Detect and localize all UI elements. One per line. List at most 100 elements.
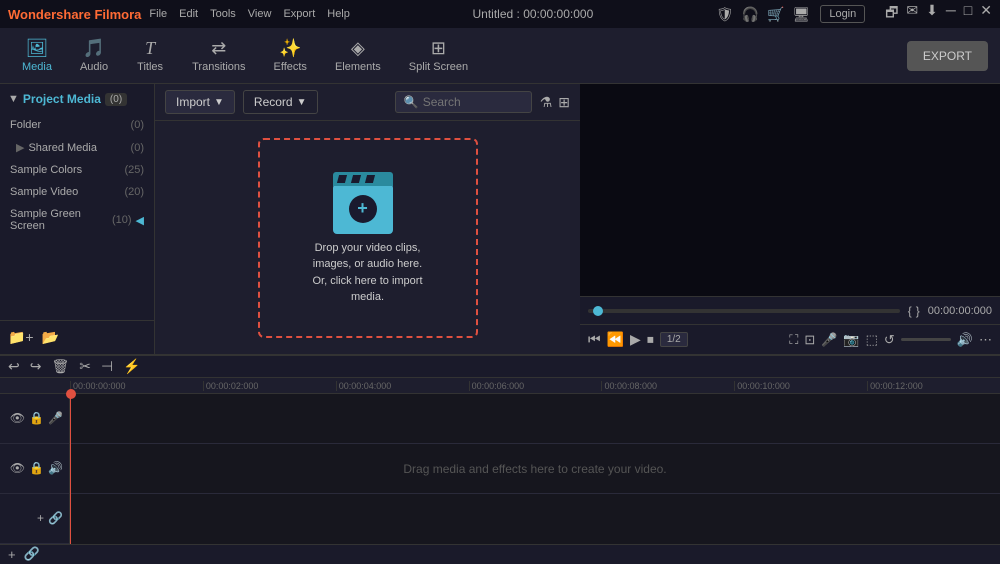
volume-slider[interactable] bbox=[901, 338, 951, 341]
undo-icon[interactable]: ↩ bbox=[8, 358, 20, 375]
skip-back-button[interactable]: ⏮ bbox=[588, 331, 601, 348]
track-eye-icon[interactable]: 👁 bbox=[10, 411, 25, 425]
filter-icon[interactable]: ⚗ bbox=[540, 94, 553, 111]
mail-icon[interactable]: ✉ bbox=[906, 2, 918, 26]
menu-file[interactable]: File bbox=[149, 8, 167, 20]
timeline-link-icon[interactable]: 🔗 bbox=[24, 546, 40, 562]
menu-help[interactable]: Help bbox=[327, 8, 350, 20]
grid-icon[interactable]: ⊞ bbox=[558, 94, 570, 111]
search-input[interactable] bbox=[423, 95, 523, 109]
track2-audio-icon[interactable]: 🔊 bbox=[48, 461, 63, 475]
mic-icon[interactable]: 🎤 bbox=[821, 332, 837, 348]
add-track-icon[interactable]: + bbox=[37, 511, 44, 525]
tool-titles[interactable]: T Titles bbox=[126, 34, 174, 77]
pip-icon[interactable]: ⬚ bbox=[866, 332, 878, 348]
split-icon[interactable]: ⊣ bbox=[101, 358, 113, 375]
monitor-icon[interactable]: 🖥 bbox=[793, 6, 811, 23]
loop-icon[interactable]: ↺ bbox=[884, 332, 895, 348]
speed-icon[interactable]: ⚡ bbox=[123, 358, 140, 375]
menu-edit[interactable]: Edit bbox=[179, 8, 198, 20]
panel-item-folder-label: Folder bbox=[10, 119, 41, 131]
ruler-mark-0: 00:00:00:000 bbox=[70, 381, 203, 391]
menu-tools[interactable]: Tools bbox=[210, 8, 236, 20]
restore-icon[interactable]: 🗗 bbox=[885, 2, 898, 26]
drop-zone[interactable]: + Drop your video clips, images, or audi… bbox=[155, 121, 580, 354]
snapshot-icon[interactable]: 📷 bbox=[843, 332, 859, 348]
ruler-mark-2: 00:00:04:000 bbox=[336, 381, 469, 391]
redo-icon[interactable]: ↪ bbox=[30, 358, 42, 375]
playback-ratio[interactable]: 1/2 bbox=[660, 332, 688, 347]
ruler-mark-6: 00:00:12:000 bbox=[867, 381, 1000, 391]
panel-item-sample-green-screen-count: (10) bbox=[112, 214, 132, 226]
tool-split-screen-label: Split Screen bbox=[409, 61, 468, 73]
left-panel: ▼ Project Media (0) Folder (0) ▶ Shared … bbox=[0, 84, 155, 354]
track2-lock-icon[interactable]: 🔒 bbox=[29, 461, 44, 475]
effects-icon: ✨ bbox=[279, 38, 301, 59]
preview-scrubber[interactable] bbox=[588, 309, 900, 313]
more-icon[interactable]: ⋯ bbox=[979, 332, 992, 348]
delete-icon[interactable]: 🗑 bbox=[51, 358, 69, 375]
volume-icon[interactable]: 🔊 bbox=[957, 332, 973, 348]
maximize-button[interactable]: □ bbox=[964, 2, 972, 26]
track-label-2: 👁 🔒 🔊 bbox=[0, 444, 69, 494]
ruler-marks: 00:00:00:000 00:00:02:000 00:00:04:000 0… bbox=[70, 381, 1000, 391]
record-label: Record bbox=[254, 95, 293, 109]
title-bar-right: 🛡 🎧 🛒 🖥 Login 🗗 ✉ ⬇ ─ □ ✕ bbox=[716, 2, 992, 26]
timeline-add-icon[interactable]: + bbox=[8, 547, 16, 562]
track2-eye-icon[interactable]: 👁 bbox=[10, 461, 25, 475]
media-toolbar: Import ▼ Record ▼ 🔍 ⚗ ⊞ bbox=[155, 84, 580, 121]
title-bar-left: Wondershare Filmora File Edit Tools View… bbox=[8, 7, 350, 22]
tool-effects-label: Effects bbox=[274, 61, 307, 73]
panel-item-shared-media[interactable]: ▶ Shared Media (0) bbox=[0, 136, 154, 159]
timeline-toolbar: ↩ ↪ 🗑 ✂ ⊣ ⚡ bbox=[0, 356, 1000, 378]
tool-media[interactable]: 🖼 Media bbox=[12, 34, 62, 77]
tool-split-screen[interactable]: ⊞ Split Screen bbox=[399, 34, 478, 77]
track-content: Drag media and effects here to create yo… bbox=[70, 394, 1000, 544]
panel-item-sample-colors[interactable]: Sample Colors (25) bbox=[0, 159, 154, 181]
minimize-button[interactable]: ─ bbox=[946, 2, 956, 26]
drop-zone-inner[interactable]: + Drop your video clips, images, or audi… bbox=[258, 138, 478, 338]
fullscreen-icon[interactable]: ⛶ bbox=[789, 332, 798, 348]
panel-item-shared-media-count: (0) bbox=[131, 142, 144, 154]
panel-item-folder[interactable]: Folder (0) bbox=[0, 114, 154, 136]
preview-screen bbox=[580, 84, 1000, 296]
add-folder-icon[interactable]: 📁+ bbox=[8, 329, 34, 346]
ruler-mark-1: 00:00:02:000 bbox=[203, 381, 336, 391]
stop-button[interactable]: ⏹ bbox=[647, 331, 654, 348]
menu-export[interactable]: Export bbox=[283, 8, 315, 20]
tool-transitions[interactable]: ⇄ Transitions bbox=[182, 34, 255, 77]
import-button[interactable]: Import ▼ bbox=[165, 90, 235, 114]
export-button[interactable]: EXPORT bbox=[907, 41, 988, 71]
media-panel: Import ▼ Record ▼ 🔍 ⚗ ⊞ bbox=[155, 84, 580, 354]
scissors-icon[interactable]: ✂ bbox=[79, 358, 91, 375]
tool-effects[interactable]: ✨ Effects bbox=[264, 34, 317, 77]
shield-icon[interactable]: 🛡 bbox=[716, 6, 734, 23]
close-button[interactable]: ✕ bbox=[980, 2, 992, 26]
play-button[interactable]: ▶ bbox=[630, 331, 641, 348]
cart-icon[interactable]: 🛒 bbox=[767, 6, 784, 23]
record-button[interactable]: Record ▼ bbox=[243, 90, 318, 114]
crop-icon[interactable]: ⊡ bbox=[804, 332, 815, 348]
download-icon[interactable]: ⬇ bbox=[926, 2, 938, 26]
link-icon[interactable]: 🔗 bbox=[48, 511, 63, 525]
login-button[interactable]: Login bbox=[820, 5, 865, 23]
import-label: Import bbox=[176, 95, 210, 109]
panel-item-sample-video-label: Sample Video bbox=[10, 186, 78, 198]
tool-elements[interactable]: ◈ Elements bbox=[325, 34, 391, 77]
step-back-button[interactable]: ⏪ bbox=[607, 331, 624, 348]
split-screen-icon: ⊞ bbox=[431, 38, 446, 59]
tool-transitions-label: Transitions bbox=[192, 61, 245, 73]
menu-view[interactable]: View bbox=[248, 8, 272, 20]
search-box[interactable]: 🔍 bbox=[395, 91, 532, 113]
panel-item-sample-video-count: (20) bbox=[124, 186, 144, 198]
track-mic-icon[interactable]: 🎤 bbox=[48, 411, 63, 425]
scrubber-handle[interactable] bbox=[593, 306, 603, 316]
panel-item-sample-green-screen[interactable]: Sample Green Screen (10) ◀ bbox=[0, 203, 154, 237]
ruler-mark-3: 00:00:06:000 bbox=[469, 381, 602, 391]
track-lock-icon[interactable]: 🔒 bbox=[29, 411, 44, 425]
tool-audio[interactable]: 🎵 Audio bbox=[70, 34, 118, 77]
headset-icon[interactable]: 🎧 bbox=[742, 6, 759, 23]
clapper-icon: + bbox=[333, 170, 403, 230]
panel-item-sample-video[interactable]: Sample Video (20) bbox=[0, 181, 154, 203]
folder-icon[interactable]: 📂 bbox=[42, 329, 59, 346]
